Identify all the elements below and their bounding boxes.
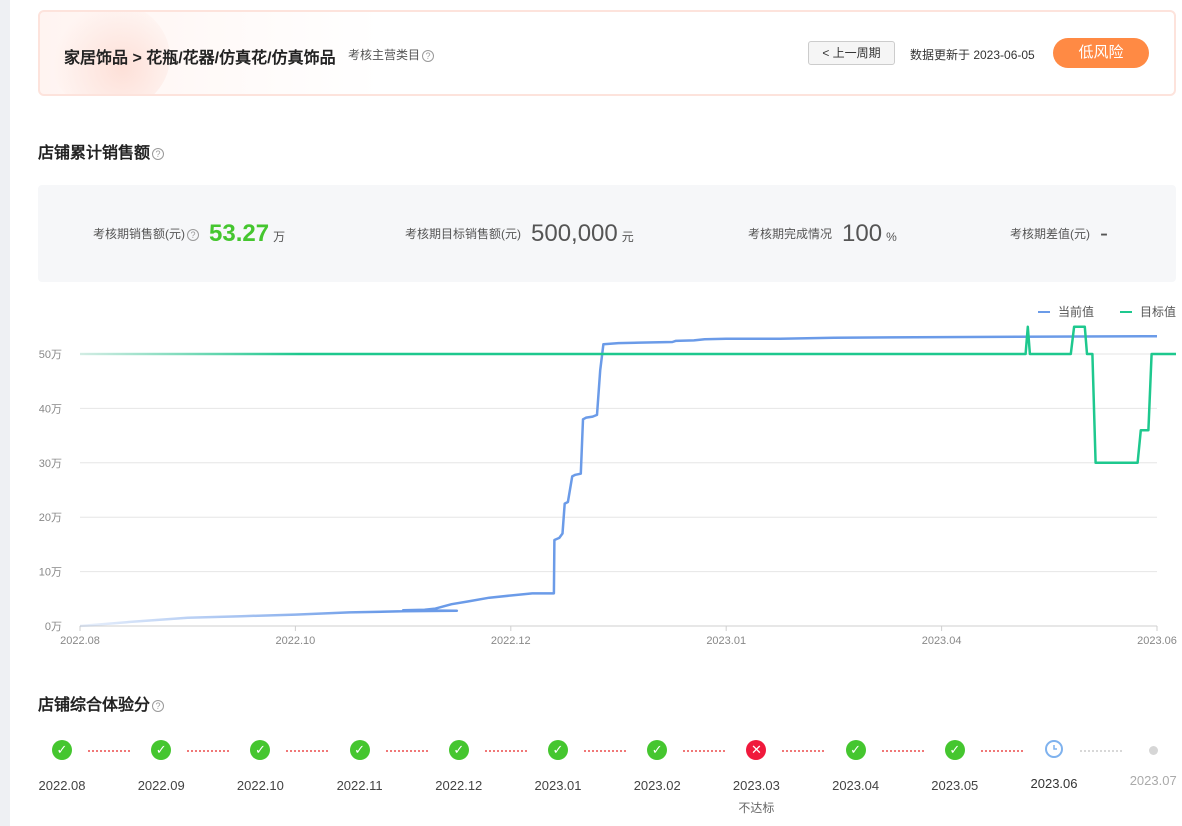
- check-icon: ✓: [448, 740, 469, 760]
- timeline-month-label: 2022.08: [38, 778, 86, 793]
- series-line-target: [80, 325, 1176, 465]
- timeline-month[interactable]: ✓ 2023.04: [816, 740, 896, 793]
- y-tick-label: 10万: [39, 567, 62, 579]
- previous-period-button[interactable]: < 上一周期: [808, 41, 895, 65]
- check-icon: ✓: [845, 740, 866, 760]
- stat-completion: 考核期完成情况 100 %: [748, 185, 897, 282]
- y-tick-label: 30万: [39, 458, 62, 470]
- category-note-label: 考核主营类目: [348, 48, 421, 62]
- check-icon: ✓: [944, 740, 965, 760]
- stat-value: 500,000: [531, 219, 618, 247]
- y-tick-label: 0万: [45, 621, 62, 633]
- y-tick-label: 50万: [39, 349, 62, 361]
- stat-label: 考核期完成情况: [748, 227, 833, 241]
- sales-section-title-text: 店铺累计销售额: [38, 145, 151, 162]
- timeline-month[interactable]: 2023.07: [1113, 740, 1182, 788]
- y-tick-label: 20万: [39, 512, 62, 524]
- check-icon: ✓: [647, 740, 668, 760]
- category-header-card: 家居饰品 > 花瓶/花器/仿真花/仿真饰品 考核主营类目? < 上一周期 数据更…: [38, 10, 1176, 96]
- future-dot-icon: [1148, 746, 1158, 755]
- timeline-month-label: 2023.02: [633, 778, 681, 793]
- stat-value: 100: [842, 219, 883, 247]
- stat-label: 考核期销售额(元)?: [93, 225, 199, 242]
- stat-difference: 考核期差值(元) -: [1010, 185, 1112, 282]
- timeline-month-label: 2023.04: [832, 778, 880, 793]
- stat-unit: 元: [621, 230, 634, 244]
- timeline-month[interactable]: ✓ 2023.01: [518, 740, 598, 793]
- timeline-month[interactable]: ✓ 2022.09: [121, 740, 201, 793]
- stat-value: 53.27: [209, 219, 270, 247]
- category-note: 考核主营类目?: [348, 46, 435, 63]
- stat-label: 考核期目标销售额(元): [405, 227, 521, 241]
- check-icon: ✓: [349, 740, 370, 760]
- check-icon: ✓: [250, 740, 271, 760]
- risk-level-badge: 低风险: [1053, 38, 1149, 68]
- help-icon[interactable]: ?: [187, 228, 199, 241]
- timeline-month-label: 2023.03: [732, 778, 780, 793]
- cross-icon: ✕: [746, 740, 767, 760]
- timeline-month-label: 2023.05: [931, 778, 979, 793]
- sales-section-title: 店铺累计销售额?: [38, 139, 165, 163]
- timeline-month-label: 2023.06: [1030, 776, 1078, 791]
- timeline-month[interactable]: ✓ 2022.11: [320, 740, 400, 793]
- score-section-title-text: 店铺综合体验分: [38, 697, 151, 714]
- timeline-month[interactable]: ✓ 2023.05: [915, 740, 995, 793]
- x-tick-label: 2022.10: [276, 635, 316, 647]
- stat-label: 考核期差值(元): [1010, 227, 1090, 241]
- y-tick-label: 40万: [39, 403, 62, 415]
- timeline-month-label: 2022.09: [137, 778, 185, 793]
- timeline-month-label: 2022.10: [236, 778, 284, 793]
- timeline-month[interactable]: ✓ 2022.08: [22, 740, 102, 793]
- timeline-month-label: 2023.07: [1129, 773, 1177, 788]
- stat-period-sales: 考核期销售额(元)? 53.27 万: [93, 185, 285, 282]
- stat-unit: 万: [273, 230, 286, 244]
- timeline-month[interactable]: 2023.06: [1014, 740, 1094, 791]
- timeline-status-note: 不达标: [738, 801, 775, 815]
- series-line-current: [79, 334, 1158, 628]
- x-tick-label: 2022.12: [491, 635, 531, 647]
- timeline-month[interactable]: ✓ 2023.02: [617, 740, 697, 793]
- check-icon: ✓: [151, 740, 172, 760]
- score-section-title: 店铺综合体验分?: [38, 691, 165, 715]
- timeline-month-label: 2022.12: [435, 778, 483, 793]
- x-tick-label: 2023.06: [1137, 635, 1177, 647]
- help-icon[interactable]: ?: [152, 699, 165, 712]
- stat-target-sales: 考核期目标销售额(元) 500,000 元: [405, 185, 634, 282]
- help-icon[interactable]: ?: [152, 147, 165, 160]
- sales-line-chart: 0万 10万 20万 30万 40万 50万 2022.08 2022.10 2022.12 20…: [39, 325, 1177, 647]
- data-update-time: 数据更新于 2023-06-05: [910, 48, 1035, 62]
- category-breadcrumb: 家居饰品 > 花瓶/花器/仿真花/仿真饰品: [64, 50, 336, 67]
- stat-value: -: [1100, 219, 1108, 247]
- check-icon: ✓: [548, 740, 568, 760]
- stats-panel: 考核期销售额(元)? 53.27 万 考核期目标销售额(元) 500,000 元…: [38, 185, 1176, 282]
- timeline-month-label: 2022.11: [336, 778, 383, 793]
- stat-unit: %: [886, 229, 897, 244]
- timeline-month[interactable]: ✓ 2022.10: [220, 740, 300, 793]
- check-icon: ✓: [52, 740, 72, 760]
- help-icon[interactable]: ?: [422, 49, 435, 62]
- x-tick-label: 2022.08: [60, 635, 100, 647]
- clock-icon: [1045, 740, 1063, 758]
- x-tick-label: 2023.01: [706, 635, 746, 647]
- timeline-month[interactable]: ✓ 2022.12: [419, 740, 499, 793]
- timeline-month-label: 2023.01: [534, 778, 582, 793]
- x-tick-label: 2023.04: [922, 635, 962, 647]
